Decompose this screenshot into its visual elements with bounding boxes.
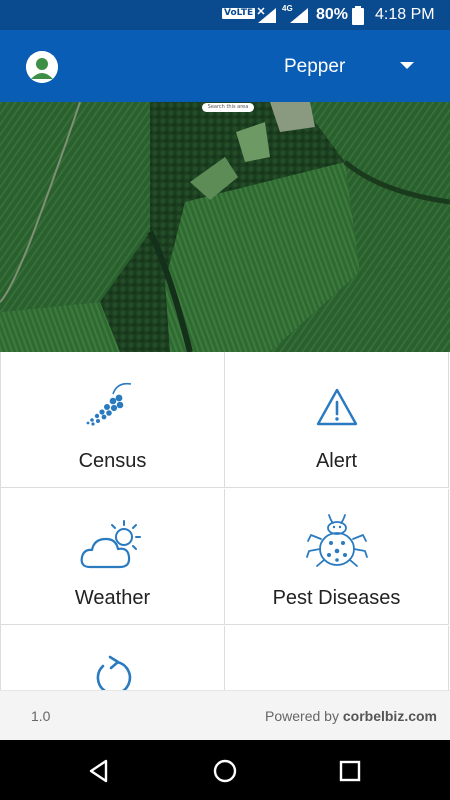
alert-tile[interactable]: Alert: [225, 352, 449, 488]
selected-crop-label: Pepper: [284, 56, 346, 77]
refresh-tile[interactable]: [1, 626, 225, 690]
caret-down-icon: [400, 62, 414, 69]
user-avatar-icon[interactable]: [26, 51, 58, 83]
signal-icon: [290, 8, 308, 23]
empty-tile: [225, 626, 449, 690]
census-tile[interactable]: Census: [1, 352, 225, 488]
warning-triangle-icon: [316, 388, 357, 426]
menu-grid: Census Alert Weather Pest Diseases: [0, 352, 450, 690]
powered-by: Powered by corbelbiz.com: [265, 708, 437, 724]
navigation-bar: [0, 740, 450, 800]
recent-apps-icon[interactable]: [337, 758, 363, 784]
app-version: 1.0: [31, 708, 51, 724]
battery-icon: [352, 6, 364, 25]
volte-badge: VoLTE: [222, 8, 256, 19]
pest-diseases-label: Pest Diseases: [272, 587, 401, 609]
home-icon[interactable]: [212, 758, 238, 784]
weather-tile[interactable]: Weather: [1, 489, 225, 625]
alert-label: Alert: [315, 450, 358, 472]
weather-label: Weather: [74, 587, 151, 609]
clock: 4:18 PM: [375, 6, 435, 23]
back-icon[interactable]: [86, 758, 112, 784]
battery-percent: 80%: [316, 6, 349, 23]
crop-selector-dropdown[interactable]: Pepper: [270, 48, 430, 84]
map-imagery: [0, 102, 450, 352]
census-label: Census: [78, 450, 147, 472]
status-bar: VoLTE 4G 80% 4:18 PM: [0, 0, 450, 30]
satellite-map[interactable]: Search this area: [0, 102, 450, 352]
footer: 1.0 Powered by corbelbiz.com: [0, 690, 450, 740]
bug-icon: [305, 514, 368, 567]
powered-by-prefix: Powered by: [265, 708, 343, 724]
pepper-berries-icon: [86, 382, 131, 426]
cloud-sun-icon: [80, 520, 141, 569]
signal-icon: [257, 7, 276, 23]
app-bar: Pepper: [0, 30, 450, 102]
powered-by-brand-link[interactable]: corbelbiz.com: [343, 708, 437, 724]
map-search-field[interactable]: Search this area: [202, 103, 254, 112]
pest-diseases-tile[interactable]: Pest Diseases: [225, 489, 449, 625]
refresh-icon: [96, 655, 131, 690]
